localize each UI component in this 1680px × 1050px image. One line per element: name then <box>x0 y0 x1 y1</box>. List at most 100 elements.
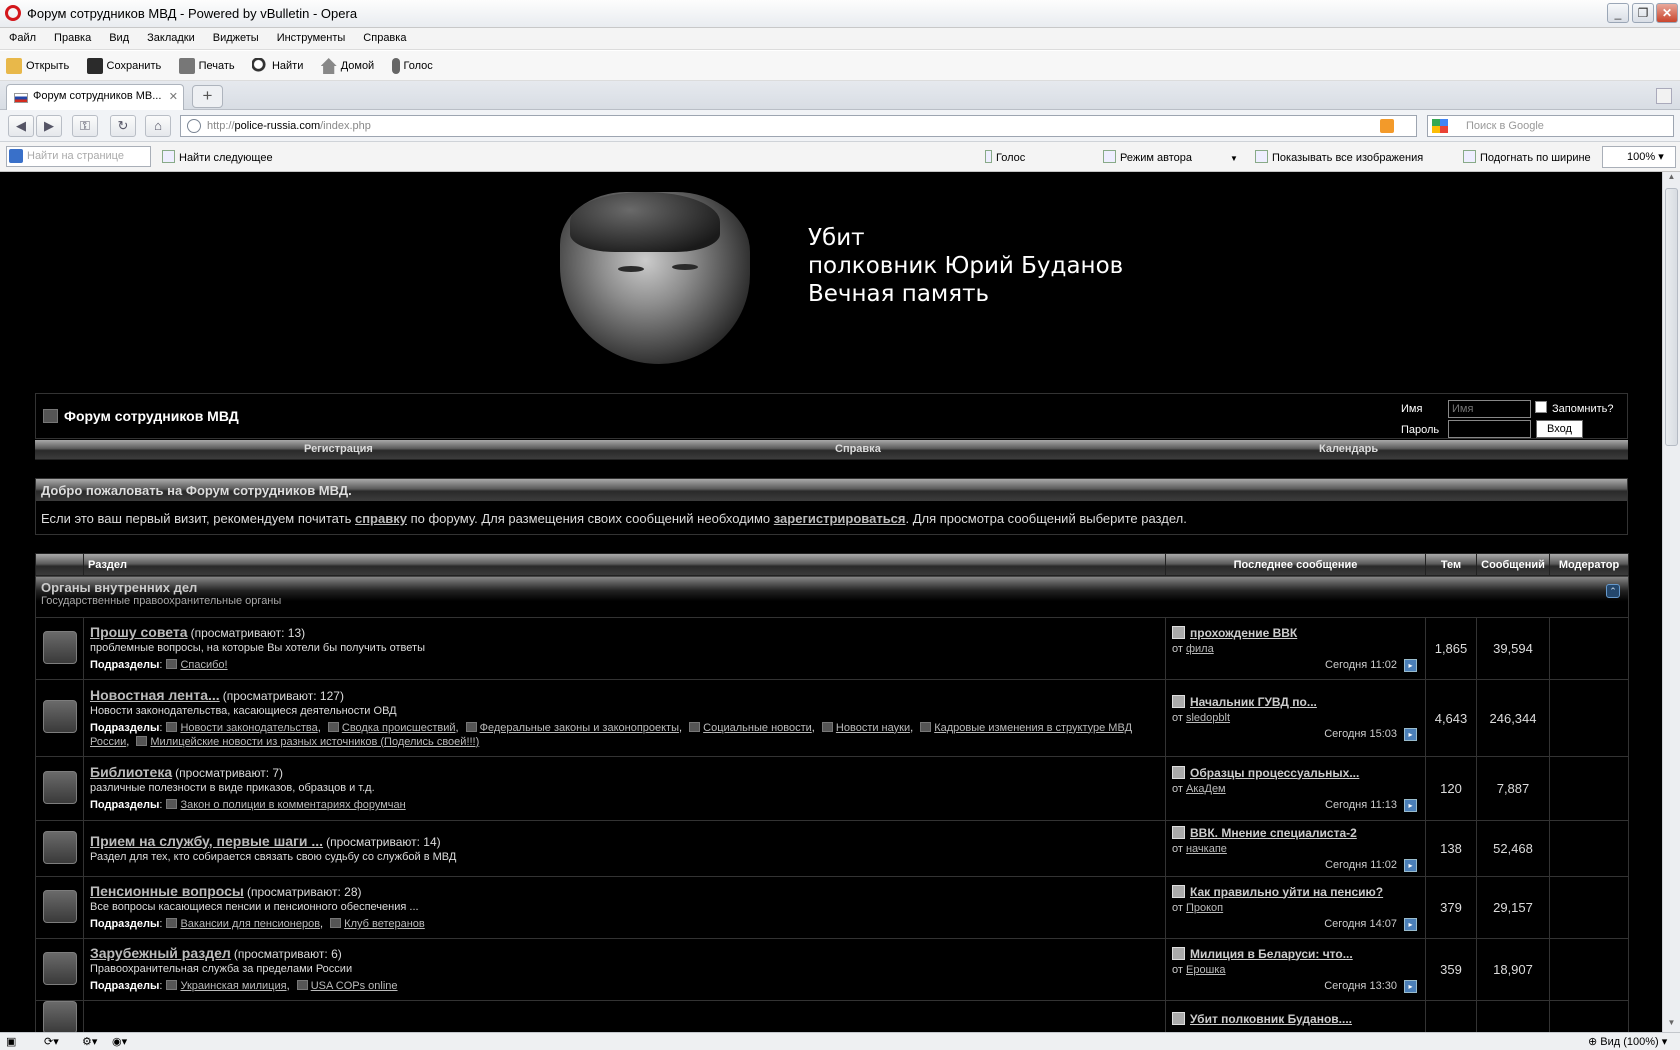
save-button[interactable]: Сохранить <box>86 51 161 81</box>
author-link[interactable]: начкапе <box>1186 843 1227 855</box>
go-to-last-post-icon[interactable]: ▸ <box>1404 917 1417 931</box>
subforum-link[interactable]: Спасибо! <box>180 659 227 671</box>
show-images-button[interactable]: Показывать все изображения <box>1255 150 1423 164</box>
menu-file[interactable]: Файл <box>0 28 45 48</box>
unite-icon[interactable]: ⚙▾ <box>82 1035 97 1048</box>
forum-title[interactable]: Форум сотрудников МВД <box>64 408 239 424</box>
maximize-button[interactable]: ❐ <box>1632 3 1654 23</box>
wand-button[interactable]: ⚿ <box>72 115 98 137</box>
last-post-link[interactable]: прохождение ВВК <box>1172 625 1419 641</box>
register-inline-link[interactable]: зарегистрироваться <box>774 511 906 526</box>
forward-button[interactable]: ▶ <box>36 115 62 137</box>
rss-feed-icon[interactable] <box>1380 119 1394 133</box>
forum-info: Прошу совета (просматривают: 13) проблемн… <box>83 617 1166 680</box>
google-search-input[interactable]: Поиск в Google <box>1427 115 1674 137</box>
tab-bar: Форум сотрудников МВ... ✕ + <box>0 81 1680 110</box>
address-field[interactable]: http://police-russia.com/index.php <box>180 115 1417 137</box>
password-input[interactable] <box>1448 420 1531 438</box>
subforum-link[interactable]: USA COPs online <box>311 980 398 992</box>
scroll-thumb[interactable] <box>1665 188 1678 446</box>
scroll-down-icon[interactable]: ▼ <box>1663 1018 1680 1032</box>
last-post-link[interactable]: Образцы процессуальных... <box>1172 765 1419 781</box>
author-link[interactable]: Прокоп <box>1186 902 1223 914</box>
register-link[interactable]: Регистрация <box>304 443 373 455</box>
author-link[interactable]: Ерошка <box>1186 964 1226 976</box>
go-to-last-post-icon[interactable]: ▸ <box>1404 658 1417 672</box>
author-link[interactable]: sledopblt <box>1186 712 1230 724</box>
last-post-link[interactable]: Милиция в Беларуси: что... <box>1172 946 1419 962</box>
last-post-link[interactable]: ВВК. Мнение специалиста-2 <box>1172 825 1419 841</box>
go-to-last-post-icon[interactable]: ▸ <box>1404 728 1417 741</box>
subforum-link[interactable]: Социальные новости <box>703 722 812 734</box>
print-button[interactable]: Печать <box>178 51 235 81</box>
last-post-link[interactable]: Убит полковник Буданов.... <box>1172 1011 1419 1027</box>
forum-name-link[interactable]: Библиотека <box>90 764 172 780</box>
find-next-button[interactable]: Найти следующее <box>162 150 273 164</box>
subforum-link[interactable]: Новости науки <box>836 722 910 734</box>
subforum-link[interactable]: Вакансии для пенсионеров <box>180 918 320 930</box>
last-post-link[interactable]: Как правильно уйти на пенсию? <box>1172 884 1419 900</box>
back-button[interactable]: ◀ <box>8 115 34 137</box>
viewers-count: (просматривают: 7) <box>175 766 284 780</box>
remember-checkbox[interactable] <box>1535 401 1547 413</box>
voice-findbar-button[interactable]: Голос <box>985 150 1025 164</box>
subforum-icon <box>465 721 477 732</box>
calendar-link[interactable]: Календарь <box>1319 443 1378 455</box>
find-input[interactable]: Найти на странице <box>6 146 151 167</box>
zoom-select[interactable]: 100% ▾ <box>1602 146 1676 168</box>
vertical-scrollbar[interactable]: ▲ ▼ <box>1662 172 1680 1032</box>
sync-icon[interactable]: ⟳▾ <box>44 1035 59 1048</box>
category-title[interactable]: Органы внутренних дел <box>41 580 1623 595</box>
reload-button[interactable]: ↻ <box>110 115 136 137</box>
go-to-last-post-icon[interactable]: ▸ <box>1404 858 1417 872</box>
voice-button[interactable]: Голос <box>391 51 433 81</box>
subforum-link[interactable]: Закон о полиции в комментариях форумчан <box>180 799 405 811</box>
last-post-cell: Как правильно уйти на пенсию? от Прокоп Се… <box>1165 876 1426 939</box>
forum-name-link[interactable]: Новостная лента... <box>90 687 220 703</box>
collapse-icon[interactable]: ⌃ <box>1606 584 1620 598</box>
fit-width-button[interactable]: Подогнать по ширине <box>1463 150 1591 164</box>
username-input[interactable] <box>1448 400 1531 418</box>
forum-name-link[interactable]: Пенсионные вопросы <box>90 883 244 899</box>
forum-status-icon <box>35 1000 84 1032</box>
scroll-up-icon[interactable]: ▲ <box>1663 172 1680 186</box>
close-tab-icon[interactable]: ✕ <box>169 90 178 103</box>
home-button[interactable]: Домой <box>320 51 374 81</box>
subforum-link[interactable]: Новости законодательства <box>180 722 317 734</box>
forum-name-link[interactable]: Прошу совета <box>90 624 188 640</box>
tab-options-icon[interactable] <box>1656 88 1672 104</box>
forum-name-link[interactable]: Прием на службу, первые шаги ... <box>90 833 323 849</box>
zoom-status[interactable]: ⊕ Вид (100%) ▾ <box>1588 1035 1667 1048</box>
last-post-link[interactable]: Начальник ГУВД по... <box>1172 694 1419 710</box>
subforum-link[interactable]: Федеральные законы и законопроекты <box>480 722 679 734</box>
posts-count: 246,344 <box>1476 679 1550 757</box>
tab-forum[interactable]: Форум сотрудников МВ... ✕ <box>6 84 184 110</box>
menu-help[interactable]: Справка <box>354 28 415 48</box>
menu-bookmarks[interactable]: Закладки <box>138 28 204 48</box>
menu-edit[interactable]: Правка <box>45 28 100 48</box>
panel-toggle-icon[interactable]: ▣ <box>6 1035 16 1048</box>
close-button[interactable]: ✕ <box>1656 3 1678 23</box>
subforum-link[interactable]: Сводка происшествий <box>342 722 456 734</box>
go-to-last-post-icon[interactable]: ▸ <box>1404 798 1417 812</box>
author-link[interactable]: фила <box>1186 643 1214 655</box>
open-button[interactable]: Открыть <box>6 51 69 81</box>
new-tab-button[interactable]: + <box>192 85 223 108</box>
minimize-button[interactable]: _ <box>1607 3 1629 23</box>
author-link[interactable]: АкаДем <box>1186 783 1226 795</box>
find-button[interactable]: Найти <box>251 51 303 81</box>
go-to-last-post-icon[interactable]: ▸ <box>1404 979 1417 993</box>
subforum-link[interactable]: Клуб ветеранов <box>344 918 425 930</box>
menu-widgets[interactable]: Виджеты <box>204 28 268 48</box>
menu-view[interactable]: Вид <box>100 28 138 48</box>
forum-name-link[interactable]: Зарубежный раздел <box>90 945 231 961</box>
login-button[interactable]: Вход <box>1536 420 1583 438</box>
help-link[interactable]: Справка <box>835 443 881 455</box>
home-nav-button[interactable]: ⌂ <box>145 115 171 137</box>
menu-tools[interactable]: Инструменты <box>268 28 355 48</box>
turbo-icon[interactable]: ◉▾ <box>112 1035 127 1048</box>
subforum-link[interactable]: Украинская милиция <box>180 980 286 992</box>
subforum-link[interactable]: Милицейские новости из разных источников… <box>150 736 479 748</box>
author-mode-select[interactable]: Режим автора ▼ <box>1103 150 1238 164</box>
help-inline-link[interactable]: справку <box>355 511 407 526</box>
